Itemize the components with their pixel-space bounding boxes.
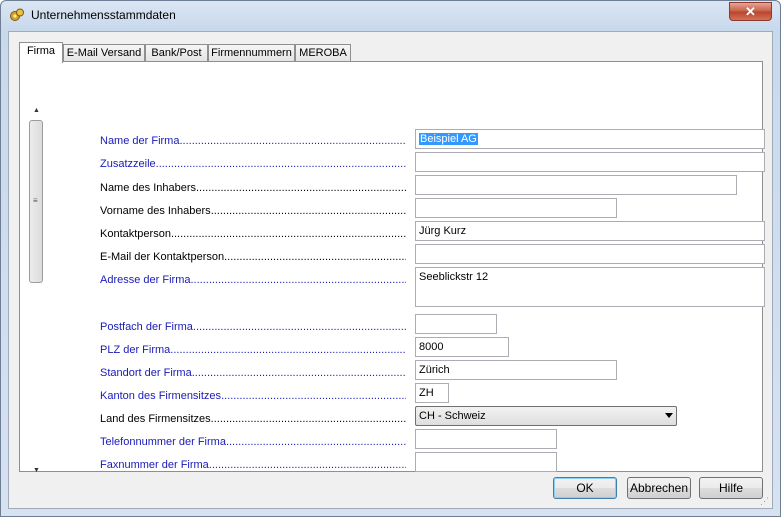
plz-input[interactable]: 8000 <box>415 337 509 357</box>
label-land: Land des Firmensitzes <box>100 412 406 426</box>
cancel-button[interactable]: Abbrechen <box>627 477 691 499</box>
tab-email-versand[interactable]: E-Mail Versand <box>63 44 145 61</box>
label-adresse: Adresse der Firma <box>100 273 406 287</box>
scroll-up-icon[interactable]: ▲ <box>28 102 45 119</box>
label-fax: Faxnummer der Firma <box>100 458 406 472</box>
grip-icon: ≡ <box>33 196 38 205</box>
kontaktperson-input[interactable]: Jürg Kurz <box>415 221 765 241</box>
vertical-scrollbar[interactable]: ▲ ≡ ▼ <box>28 102 45 479</box>
label-firmenname: Name der Firma <box>100 134 406 148</box>
resize-grip-icon[interactable]: ⋰ <box>760 496 770 506</box>
tab-panel-firma: ▲ ≡ ▼ Name der Firma Beispiel AG Zusatzz… <box>19 61 765 474</box>
label-kanton: Kanton des Firmensitzes <box>100 389 406 403</box>
close-icon: ✕ <box>745 4 756 19</box>
firmenname-input[interactable]: Beispiel AG <box>415 129 765 149</box>
help-button[interactable]: Hilfe <box>699 477 763 499</box>
label-telefon: Telefonnummer der Firma <box>100 435 406 449</box>
postfach-input[interactable] <box>415 314 497 334</box>
land-select[interactable]: CH - Schweiz <box>415 406 677 426</box>
kanton-input[interactable]: ZH <box>415 383 449 403</box>
tab-meroba[interactable]: MEROBA <box>295 44 351 61</box>
ok-button[interactable]: OK <box>553 477 617 499</box>
telefon-input[interactable] <box>415 429 557 449</box>
standort-input[interactable]: Zürich <box>415 360 617 380</box>
land-selected-value: CH - Schweiz <box>419 410 486 422</box>
tab-firma[interactable]: Firma <box>19 42 63 63</box>
app-icon <box>10 8 24 21</box>
chevron-down-icon <box>665 413 673 418</box>
label-inhaber-vorname: Vorname des Inhabers <box>100 204 406 218</box>
label-plz: PLZ der Firma <box>100 343 406 357</box>
title-bar[interactable]: Unternehmensstammdaten ✕ <box>1 1 780 29</box>
adresse-textarea[interactable]: Seeblickstr 12 <box>415 267 765 307</box>
inhaber-vorname-input[interactable] <box>415 198 617 218</box>
fax-input[interactable] <box>415 452 557 472</box>
label-kontakt-email: E-Mail der Kontaktperson <box>100 250 406 264</box>
label-postfach: Postfach der Firma <box>100 320 406 334</box>
dialog-client-area: Firma E-Mail Versand Bank/Post Firmennum… <box>8 31 773 509</box>
label-inhaber-name: Name des Inhabers <box>100 181 406 195</box>
label-zusatzzeile: Zusatzzeile <box>100 157 406 171</box>
tab-firmennummern[interactable]: Firmennummern <box>208 44 295 61</box>
close-button[interactable]: ✕ <box>729 2 772 21</box>
dialog-window: Unternehmensstammdaten ✕ Firma E-Mail Ve… <box>0 0 781 517</box>
tab-bank-post[interactable]: Bank/Post <box>145 44 208 61</box>
kontakt-email-input[interactable] <box>415 244 765 264</box>
inhaber-name-input[interactable] <box>415 175 737 195</box>
zusatzzeile-input[interactable] <box>415 152 765 172</box>
scroll-down-icon[interactable]: ▼ <box>28 462 45 479</box>
label-standort: Standort der Firma <box>100 366 406 380</box>
label-kontaktperson: Kontaktperson <box>100 227 406 241</box>
window-title: Unternehmensstammdaten <box>31 8 176 22</box>
scroll-thumb[interactable]: ≡ <box>29 120 43 283</box>
